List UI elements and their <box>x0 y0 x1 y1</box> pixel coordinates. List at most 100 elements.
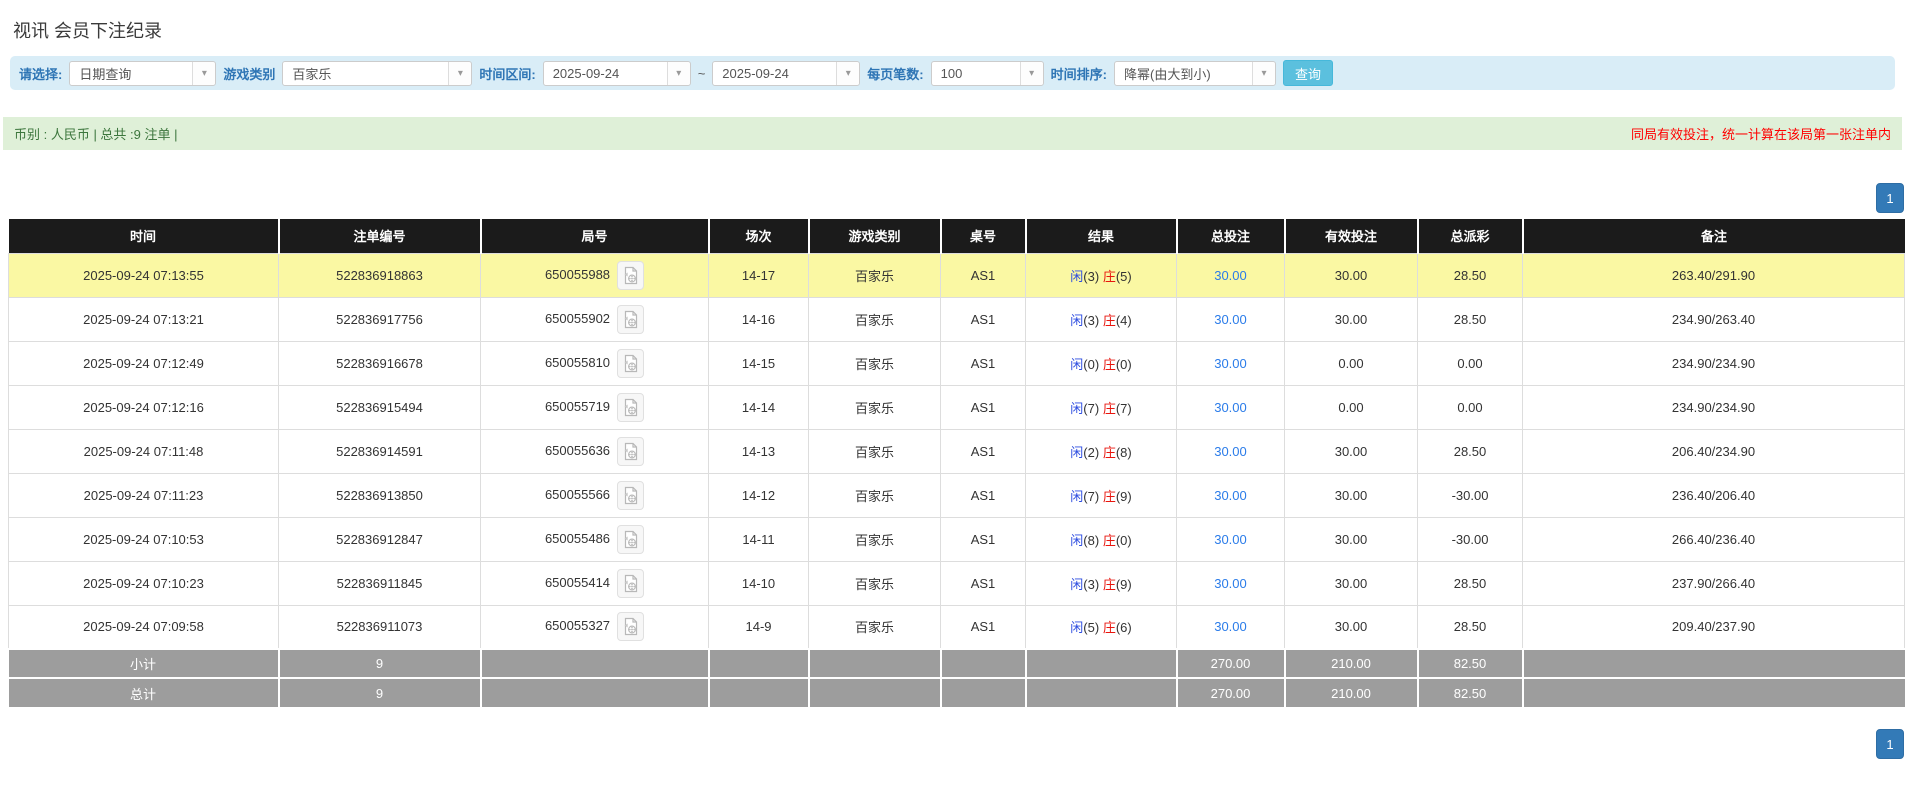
video-replay-icon[interactable] <box>617 436 645 466</box>
cell-game-type: 百家乐 <box>808 428 941 474</box>
cell-table-no: AS1 <box>940 384 1026 430</box>
video-replay-icon[interactable] <box>617 568 645 598</box>
table-row: 2025-09-24 07:10:23 522836911845 650055414… <box>8 560 1905 606</box>
caret-down-icon[interactable]: ▾ <box>1251 61 1275 85</box>
round-number: 650055719 <box>544 398 611 414</box>
cell-time: 2025-09-24 07:13:55 <box>8 252 279 298</box>
bet-amount-link[interactable]: 30.00 <box>1214 268 1247 283</box>
subtotal-row-cell-6 <box>1025 648 1178 678</box>
total-row-cell-6 <box>1025 677 1178 707</box>
column-header: 结果 <box>1025 219 1178 253</box>
cell-valid-bet: 30.00 <box>1284 252 1418 298</box>
column-header: 游戏类别 <box>808 219 942 253</box>
cell-bet-id: 522836911845 <box>278 560 481 606</box>
result-banker-score: (6) <box>1115 620 1132 636</box>
cell-round: 650055414 <box>480 560 709 606</box>
cell-session: 14-9 <box>708 604 809 650</box>
caret-down-icon[interactable]: ▾ <box>1019 61 1043 85</box>
cell-valid-bet: 30.00 <box>1284 604 1418 650</box>
round-number: 650055414 <box>544 574 611 590</box>
video-replay-icon[interactable] <box>617 524 645 554</box>
subtotal-row-cell-10 <box>1522 648 1905 678</box>
video-replay-icon[interactable] <box>617 392 645 422</box>
cell-total-bet: 30.00 <box>1176 384 1285 430</box>
date-from-select[interactable]: 2025-09-24 ▾ <box>542 60 691 86</box>
cell-bet-id: 522836912847 <box>278 516 481 562</box>
result-player-score: (3) <box>1083 268 1100 284</box>
page-1-button[interactable]: 1 <box>1876 729 1904 759</box>
table-body: 2025-09-24 07:13:55 522836918863 650055988… <box>8 252 1905 707</box>
game-type-select[interactable]: 百家乐 ▾ <box>282 60 473 86</box>
pagination-bottom: 1 <box>0 729 1905 759</box>
result-banker: 庄 <box>1102 576 1116 592</box>
cell-session: 14-15 <box>708 340 809 386</box>
caret-down-icon[interactable]: ▾ <box>836 61 860 85</box>
column-header: 场次 <box>708 219 810 253</box>
cell-total-bet: 30.00 <box>1176 516 1285 562</box>
cell-valid-bet: 30.00 <box>1284 296 1418 342</box>
sort-order-select[interactable]: 降幂(由大到小) ▾ <box>1113 60 1276 86</box>
cell-round: 650055566 <box>480 472 709 518</box>
bet-amount-link[interactable]: 30.00 <box>1214 400 1247 415</box>
result-player-score: (3) <box>1083 312 1100 328</box>
cell-table-no: AS1 <box>940 340 1026 386</box>
subtotal-row-cell-5 <box>940 648 1027 678</box>
table-row: 2025-09-24 07:12:49 522836916678 650055810… <box>8 340 1905 386</box>
cell-round: 650055636 <box>480 428 709 474</box>
result-banker: 庄 <box>1102 532 1116 548</box>
total-row-cell-1: 9 <box>278 677 482 707</box>
caret-down-icon[interactable]: ▾ <box>448 61 472 85</box>
caret-down-icon[interactable]: ▾ <box>192 61 216 85</box>
cell-remark: 206.40/234.90 <box>1522 428 1905 474</box>
cell-valid-bet: 30.00 <box>1284 428 1418 474</box>
cell-game-type: 百家乐 <box>808 560 941 606</box>
video-replay-icon[interactable] <box>617 480 645 510</box>
date-to-select[interactable]: 2025-09-24 ▾ <box>712 60 861 86</box>
cell-valid-bet: 0.00 <box>1284 340 1418 386</box>
total-row-cell-0: 总计 <box>8 677 280 707</box>
search-button[interactable]: 查询 <box>1282 60 1333 86</box>
bet-amount-link[interactable]: 30.00 <box>1214 312 1247 327</box>
cell-payout: -30.00 <box>1417 472 1523 518</box>
result-player: 闲 <box>1070 400 1084 416</box>
result-player: 闲 <box>1070 312 1084 328</box>
video-replay-icon[interactable] <box>617 304 645 334</box>
table-row: 2025-09-24 07:10:53 522836912847 650055486… <box>8 516 1905 562</box>
result-banker: 庄 <box>1102 488 1116 504</box>
cell-time: 2025-09-24 07:12:49 <box>8 340 279 386</box>
subtotal-row-cell-3 <box>708 648 810 678</box>
total-row: 总计 9 270.00 210.00 82.50 <box>8 677 1905 707</box>
page-1-button[interactable]: 1 <box>1876 183 1904 213</box>
column-header: 备注 <box>1522 219 1905 253</box>
column-header: 时间 <box>8 219 280 253</box>
result-banker-score: (8) <box>1115 444 1132 460</box>
bet-amount-link[interactable]: 30.00 <box>1214 619 1247 634</box>
page-size-select[interactable]: 100 ▾ <box>930 60 1044 86</box>
cell-total-bet: 30.00 <box>1176 472 1285 518</box>
result-player: 闲 <box>1070 444 1084 460</box>
bet-amount-link[interactable]: 30.00 <box>1214 576 1247 591</box>
video-replay-icon[interactable] <box>617 260 645 290</box>
cell-session: 14-10 <box>708 560 809 606</box>
bet-amount-link[interactable]: 30.00 <box>1214 488 1247 503</box>
bet-amount-link[interactable]: 30.00 <box>1214 356 1247 371</box>
bet-amount-link[interactable]: 30.00 <box>1214 444 1247 459</box>
cell-bet-id: 522836914591 <box>278 428 481 474</box>
caret-down-icon[interactable]: ▾ <box>666 61 690 85</box>
bet-amount-link[interactable]: 30.00 <box>1214 532 1247 547</box>
cell-total-bet: 30.00 <box>1176 252 1285 298</box>
cell-result: 闲(3) 庄(4) <box>1025 296 1177 342</box>
result-banker: 庄 <box>1102 444 1116 460</box>
video-replay-icon[interactable] <box>617 612 645 642</box>
cell-game-type: 百家乐 <box>808 252 941 298</box>
subtotal-row-cell-4 <box>808 648 942 678</box>
cell-total-bet: 30.00 <box>1176 604 1285 650</box>
result-banker: 庄 <box>1102 620 1116 636</box>
cell-bet-id: 522836917756 <box>278 296 481 342</box>
cell-bet-id: 522836918863 <box>278 252 481 298</box>
cell-bet-id: 522836913850 <box>278 472 481 518</box>
video-replay-icon[interactable] <box>617 348 645 378</box>
cell-total-bet: 30.00 <box>1176 560 1285 606</box>
cell-payout: 28.50 <box>1417 604 1523 650</box>
query-mode-select[interactable]: 日期查询 ▾ <box>69 60 217 86</box>
